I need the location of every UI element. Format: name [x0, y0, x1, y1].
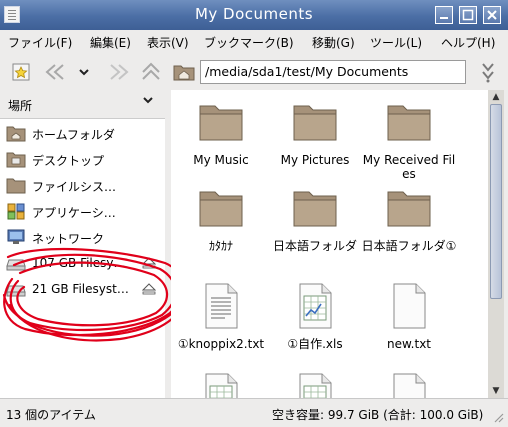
file-name: My Pictures: [280, 153, 350, 167]
scroll-down-arrow[interactable]: ▼: [488, 384, 504, 398]
back-arrow-icon: [45, 64, 64, 80]
filesystem-icon: [6, 178, 26, 194]
file-item-my-received-files[interactable]: My Received Files: [361, 98, 457, 181]
file-item-my-pictures[interactable]: My Pictures: [267, 98, 363, 167]
menu-view[interactable]: 表示(V): [147, 34, 189, 51]
applications-icon: [7, 203, 25, 220]
scroll-up-arrow[interactable]: ▲: [488, 90, 504, 104]
folder-icon: [387, 191, 431, 227]
menu-help[interactable]: ヘルプ(H): [441, 34, 495, 51]
file-item-new-txt[interactable]: new.txt: [361, 282, 457, 351]
menu-tools[interactable]: ツール(L): [370, 34, 422, 51]
status-bar: 13 個のアイテム 空き容量: 99.7 GiB (合計: 100.0 GiB): [0, 398, 508, 427]
scroll-thumb[interactable]: [490, 104, 502, 299]
bookmark-star-button[interactable]: [10, 60, 34, 84]
forward-button[interactable]: [102, 60, 132, 84]
window-title: My Documents: [194, 5, 314, 23]
file-name: ①自作.xls: [287, 337, 343, 351]
folder-home-icon: [173, 65, 195, 81]
folder-icon: [199, 105, 243, 141]
folder-icon: [199, 191, 243, 227]
up-button[interactable]: [138, 60, 164, 84]
sidebar-item-label: アプリケーシ…: [32, 206, 116, 220]
up-arrow-icon: [142, 62, 160, 80]
forward-arrow-icon: [110, 64, 129, 80]
folder-icon: [293, 105, 337, 141]
file-icon-view: My Music My Pictures My Received Files ｶ…: [171, 90, 488, 398]
file-item-jisaku-xls[interactable]: ①自作.xls: [267, 282, 363, 351]
file-item-text[interactable]: [361, 372, 457, 398]
sidebar-dropdown[interactable]: [142, 94, 154, 109]
spreadsheet-file-icon: [299, 283, 332, 329]
file-item-my-music[interactable]: My Music: [173, 98, 269, 167]
desktop-folder-icon: [6, 152, 26, 168]
folder-icon: [387, 105, 431, 141]
file-name: My Received Files: [362, 153, 456, 181]
file-item-katakana[interactable]: ｶﾀｶﾅ: [173, 184, 269, 253]
menu-bookmarks[interactable]: ブックマーク(B): [204, 34, 294, 51]
close-icon: [487, 10, 497, 20]
sidebar-title: 場所: [8, 99, 33, 113]
maximize-button[interactable]: [459, 6, 477, 24]
text-file-icon: [393, 373, 426, 398]
throbber: [476, 60, 500, 84]
maximize-icon: [462, 9, 474, 21]
sidebar-item-desktop[interactable]: デスクトップ: [4, 147, 160, 171]
home-folder-icon: [6, 126, 26, 142]
chevron-down-icon: [143, 97, 153, 104]
back-button[interactable]: [42, 60, 72, 84]
throbber-icon: [482, 63, 494, 83]
back-history-dropdown[interactable]: [76, 60, 92, 84]
red-scribble-annotation: [2, 247, 190, 342]
file-name: new.txt: [386, 337, 432, 351]
menu-edit[interactable]: 編集(E): [90, 34, 131, 51]
file-item-knoppix2-txt[interactable]: ①knoppix2.txt: [173, 282, 269, 351]
location-path-input[interactable]: /media/sda1/test/My Documents: [200, 60, 466, 84]
minimize-button[interactable]: [435, 6, 453, 24]
minimize-icon: [440, 17, 448, 19]
text-file-icon: [393, 283, 426, 329]
sidebar-item-label: ファイルシス…: [32, 180, 117, 194]
location-home-button[interactable]: [172, 60, 196, 84]
sidebar-item-applications[interactable]: アプリケーシ…: [4, 199, 160, 223]
text-file-icon: [205, 283, 238, 329]
sidebar-item-filesystem[interactable]: ファイルシス…: [4, 173, 160, 197]
spreadsheet-file-icon: [205, 373, 238, 398]
folder-icon: [293, 191, 337, 227]
file-name: My Music: [193, 153, 249, 167]
sidebar-item-label: ホームフォルダ: [32, 128, 115, 142]
item-count: 13 個のアイテム: [6, 408, 96, 422]
menu-bar: ファイル(F) 編集(E) 表示(V) ブックマーク(B) 移動(G) ツール(…: [0, 30, 508, 54]
file-item-spreadsheet[interactable]: [267, 372, 363, 398]
sidebar-item-home[interactable]: ホームフォルダ: [4, 121, 160, 145]
file-name: ｶﾀｶﾅ: [208, 239, 233, 253]
menu-go[interactable]: 移動(G): [312, 34, 355, 51]
file-name: 日本語フォルダ: [272, 239, 357, 253]
file-name: 日本語フォルダ①: [361, 239, 457, 253]
spreadsheet-file-icon: [299, 373, 332, 398]
sidebar-header[interactable]: 場所: [0, 90, 165, 119]
menu-file[interactable]: ファイル(F): [8, 34, 72, 51]
title-bar[interactable]: My Documents: [0, 0, 508, 30]
chevron-down-icon: [79, 69, 89, 76]
star-icon: [12, 63, 30, 81]
file-item-japanese-folder[interactable]: 日本語フォルダ: [267, 184, 363, 253]
sidebar-item-label: デスクトップ: [32, 154, 105, 168]
file-name: ①knoppix2.txt: [177, 337, 265, 351]
free-space: 空き容量: 99.7 GiB (合計: 100.0 GiB): [272, 408, 484, 422]
close-button[interactable]: [483, 6, 501, 24]
file-item-spreadsheet[interactable]: [173, 372, 269, 398]
resize-grip-icon[interactable]: [492, 411, 504, 423]
vertical-scrollbar[interactable]: ▲ ▼: [488, 90, 504, 398]
file-item-japanese-folder-1[interactable]: 日本語フォルダ①: [361, 184, 457, 253]
